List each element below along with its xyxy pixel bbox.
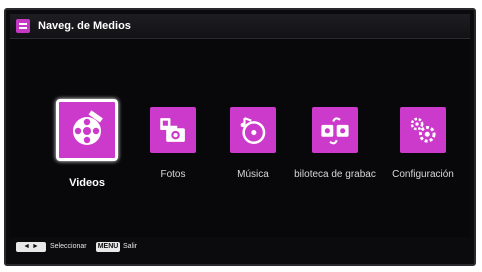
menu-item-configuracion[interactable]: Configuración xyxy=(380,99,466,209)
configuracion-tile[interactable] xyxy=(400,107,446,153)
film-reel-icon xyxy=(73,110,103,145)
recordings-tile[interactable] xyxy=(312,107,358,153)
menu-item-videos[interactable]: Videos xyxy=(44,99,130,209)
menu-item-label: biloteca de grabac xyxy=(294,169,376,180)
menu-item-recordings-library[interactable]: biloteca de grabac xyxy=(292,99,378,209)
exit-hint: Salir xyxy=(123,243,138,250)
recordings-icon xyxy=(321,117,349,145)
music-disc-icon xyxy=(240,117,266,145)
menu-item-label: Videos xyxy=(69,177,105,189)
media-category-menu: Videos Fotos Música biloteca de grabac C… xyxy=(10,39,470,237)
settings-gear-icon xyxy=(410,117,436,143)
select-hint: Seleccionar xyxy=(50,243,87,250)
musica-tile[interactable] xyxy=(230,107,276,153)
menu-item-label: Configuración xyxy=(392,169,454,180)
select-key-badge: ◄ ► xyxy=(16,242,46,252)
footer-hints: ◄ ► Seleccionar MENU Salir xyxy=(10,238,470,258)
menu-item-fotos[interactable]: Fotos xyxy=(130,99,216,209)
menu-item-musica[interactable]: Música xyxy=(210,99,296,209)
menu-key-badge: MENU xyxy=(96,242,120,252)
media-list-icon xyxy=(16,19,30,33)
title-bar: Naveg. de Medios xyxy=(10,14,470,39)
menu-item-label: Música xyxy=(237,169,269,180)
camera-photo-icon xyxy=(160,118,185,142)
window-title: Naveg. de Medios xyxy=(38,20,131,32)
media-browser-window: Naveg. de Medios Videos Fotos Música bil… xyxy=(4,8,476,266)
menu-item-label: Fotos xyxy=(160,169,186,180)
videos-tile[interactable] xyxy=(56,99,118,161)
fotos-tile[interactable] xyxy=(150,107,196,153)
